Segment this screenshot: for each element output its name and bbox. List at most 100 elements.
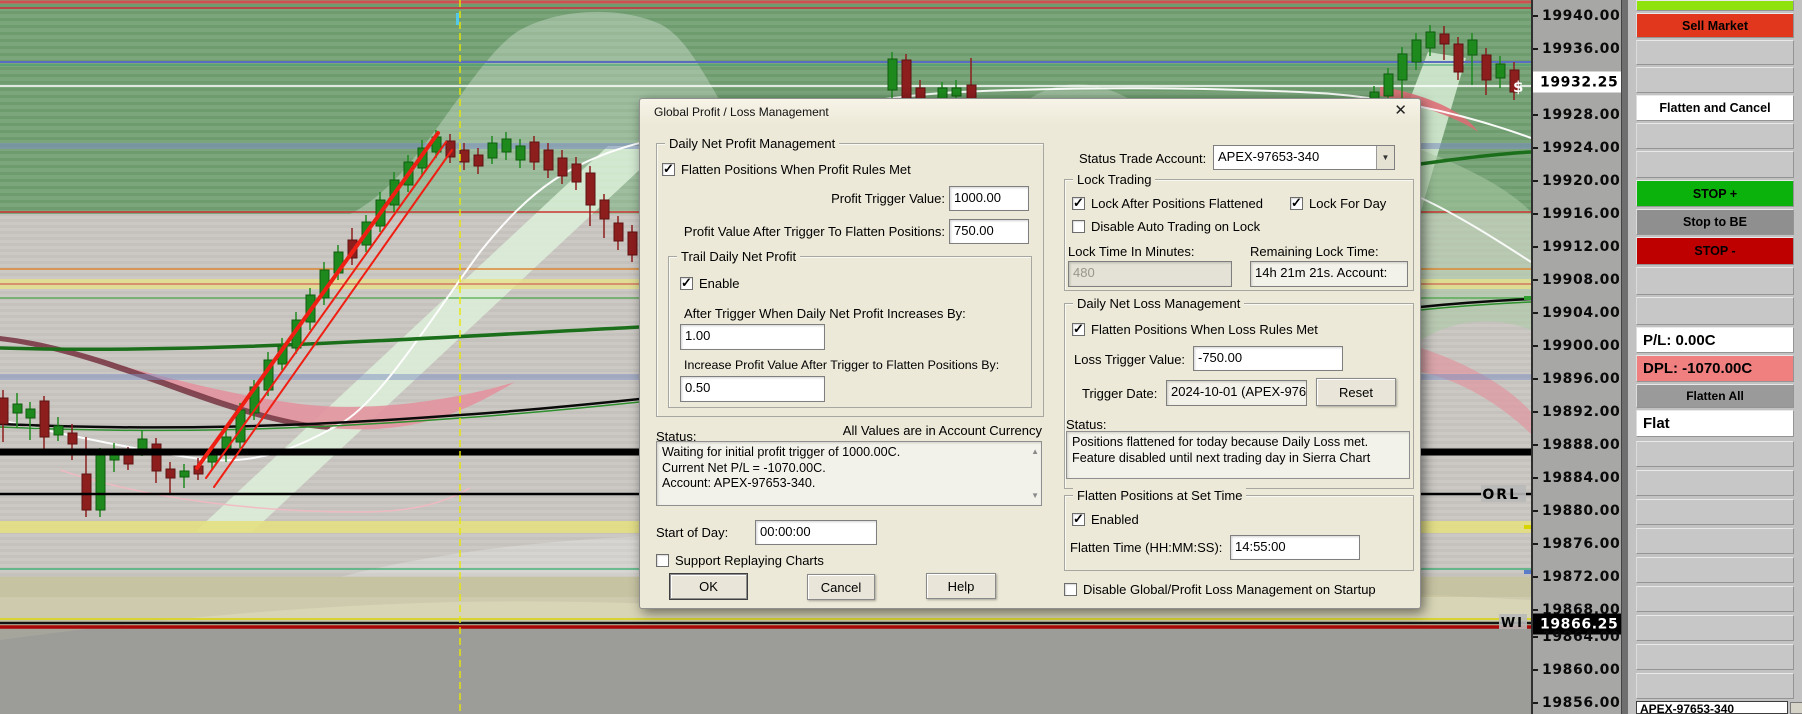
trail-flatten-by-input[interactable]: 0.50 — [680, 376, 825, 402]
scale-tick — [1533, 636, 1538, 638]
scale-tick — [1533, 114, 1538, 116]
close-icon[interactable]: ✕ — [1394, 103, 1407, 119]
currency-note: All Values are in Account Currency — [842, 423, 1042, 438]
panel-button-p-l-0-00c[interactable]: P/L: 0.00C — [1636, 327, 1794, 353]
chevron-down-icon[interactable]: ▼ — [1376, 146, 1394, 169]
panel-button-blank[interactable] — [1636, 557, 1794, 583]
profit-status-box[interactable]: Waiting for initial profit trigger of 10… — [656, 441, 1042, 506]
panel-button-blank[interactable] — [1636, 40, 1794, 65]
scale-tick — [1533, 510, 1538, 512]
dialog-titlebar[interactable]: Global Profit / Loss Management ✕ — [640, 99, 1420, 125]
profit-after-input[interactable]: 750.00 — [949, 219, 1029, 244]
panel-button-blank[interactable] — [1636, 441, 1794, 467]
price-label: 19904.00 — [1542, 305, 1621, 321]
status-line: Feature disabled until next trading day … — [1072, 450, 1371, 465]
trade-account-value: APEX-97653-340 — [1218, 149, 1320, 164]
panel-button-blank[interactable] — [1636, 67, 1794, 93]
lock-time-input[interactable]: 480 — [1068, 261, 1232, 287]
trail-increase-input[interactable]: 1.00 — [680, 324, 825, 350]
panel-button-blank[interactable] — [1636, 615, 1794, 641]
price-scale[interactable]: 19940.00 19936.00 19932.25 19928.00 19924.00… — [1531, 0, 1623, 714]
loss-status-box[interactable]: Positions flattened for today because Da… — [1066, 431, 1410, 479]
ok-button[interactable]: OK — [669, 573, 748, 600]
scroll-down-icon[interactable]: ▼ — [1031, 488, 1039, 504]
flatten-time-label: Flatten Time (HH:MM:SS): — [1070, 540, 1223, 555]
svg-text:WI: WI — [1501, 616, 1524, 631]
scale-tick — [1533, 312, 1538, 314]
panel-button-stop[interactable]: STOP + — [1636, 180, 1794, 207]
flatten-loss-checkbox[interactable] — [1072, 321, 1085, 337]
last-price-box: 19932.25 — [1533, 71, 1623, 93]
panel-button-flatten-and-cancel[interactable]: Flatten and Cancel — [1636, 95, 1794, 121]
panel-button-sell-market[interactable]: Sell Market — [1636, 13, 1794, 38]
disable-startup-checkbox[interactable] — [1064, 583, 1077, 596]
price-label: 19912.00 — [1542, 239, 1621, 255]
trail-enable-checkbox[interactable] — [680, 275, 693, 291]
cancel-button[interactable]: Cancel — [807, 574, 875, 600]
panel-account-dropdown[interactable]: APEX-97653-340 — [1636, 701, 1788, 714]
lock-after-checkbox[interactable] — [1072, 195, 1085, 211]
flatten-loss-label: Flatten Positions When Loss Rules Met — [1091, 322, 1318, 337]
panel-button-stop[interactable]: STOP - — [1636, 237, 1794, 265]
scroll-up-icon[interactable]: ▲ — [1031, 444, 1039, 460]
panel-button-blank[interactable] — [1636, 528, 1794, 554]
scale-tick — [1533, 345, 1538, 347]
panel-button-dpl-1070-00c[interactable]: DPL: -1070.00C — [1636, 355, 1794, 382]
reset-button[interactable]: Reset — [1316, 378, 1396, 406]
loss-trigger-input[interactable]: -750.00 — [1193, 346, 1343, 371]
panel-button-blank[interactable] — [1636, 499, 1794, 525]
panel-button-stop-to-be[interactable]: Stop to BE — [1636, 209, 1794, 235]
scale-tick — [1533, 609, 1538, 611]
price-label: 19860.00 — [1542, 662, 1621, 678]
start-of-day-input[interactable]: 00:00:00 — [755, 520, 877, 545]
scale-tick — [1533, 576, 1538, 578]
loss-trigger-label: Loss Trigger Value: — [1074, 352, 1186, 367]
panel-button-blank[interactable] — [1636, 151, 1794, 178]
panel-button-blank[interactable] — [1636, 673, 1794, 699]
trade-account-dropdown[interactable]: APEX-97653-340 ▼ — [1213, 145, 1395, 170]
support-replay-checkbox[interactable] — [656, 554, 669, 567]
status-line: Current Net P/L = -1070.00C. — [662, 460, 826, 475]
profit-trigger-label: Profit Trigger Value: — [831, 191, 945, 206]
panel-button-blank[interactable] — [1636, 267, 1794, 295]
group-legend: Daily Net Loss Management — [1073, 296, 1245, 311]
panel-button-blank[interactable] — [1636, 123, 1794, 149]
panel-button-blank[interactable] — [1636, 0, 1794, 11]
price-label: 19896.00 — [1542, 371, 1621, 387]
status-trade-account-label: Status Trade Account: — [1079, 151, 1207, 166]
start-of-day-label: Start of Day: — [656, 525, 729, 540]
trade-dom-panel: Sell Market Flatten and Cancel STOP + Stop … — [1628, 0, 1802, 714]
scale-tick — [1533, 15, 1538, 17]
flatten-profit-checkbox[interactable] — [662, 161, 675, 177]
panel-button-blank[interactable] — [1636, 586, 1794, 612]
price-label: 19908.00 — [1542, 272, 1621, 288]
price-label: 19880.00 — [1542, 503, 1621, 519]
price-label: 19888.00 — [1542, 437, 1621, 453]
svg-text:ORL: ORL — [1482, 487, 1520, 503]
price-label: 19916.00 — [1542, 206, 1621, 222]
trigger-date-input[interactable]: 2024-10-01 (APEX-9765 — [1166, 380, 1307, 406]
trail-enable-label: Enable — [699, 276, 740, 291]
flatten-time-enabled-checkbox[interactable] — [1072, 511, 1085, 527]
trigger-date-label: Trigger Date: — [1082, 386, 1158, 401]
panel-button-flat[interactable]: Flat — [1636, 410, 1794, 437]
flatten-time-enabled-label: Enabled — [1091, 512, 1139, 527]
panel-account-dropdown-button[interactable] — [1790, 702, 1802, 714]
group-legend: Trail Daily Net Profit — [677, 249, 801, 264]
support-replay-label: Support Replaying Charts — [675, 553, 824, 568]
profit-trigger-input[interactable]: 1000.00 — [949, 186, 1029, 211]
panel-button-blank[interactable] — [1636, 470, 1794, 496]
panel-button-blank[interactable] — [1636, 297, 1794, 325]
help-button[interactable]: Help — [926, 573, 996, 599]
panel-button-blank[interactable] — [1636, 644, 1794, 670]
remaining-lock-label: Remaining Lock Time: — [1250, 244, 1379, 259]
lock-for-day-checkbox[interactable] — [1290, 195, 1303, 211]
flatten-profit-label: Flatten Positions When Profit Rules Met — [681, 162, 911, 177]
price-label: 19920.00 — [1542, 173, 1621, 189]
flatten-time-input[interactable]: 14:55:00 — [1230, 535, 1360, 560]
panel-button-flatten-all[interactable]: Flatten All — [1636, 384, 1794, 408]
price-label: 19900.00 — [1542, 338, 1621, 354]
disable-auto-checkbox[interactable] — [1072, 220, 1085, 233]
scale-tick — [1533, 669, 1538, 671]
svg-text:$: $ — [1513, 78, 1525, 96]
